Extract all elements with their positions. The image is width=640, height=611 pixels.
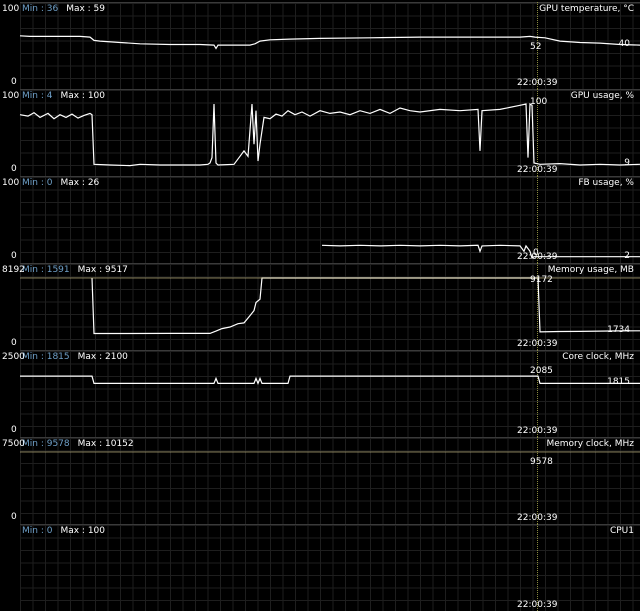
current-value: 0 <box>533 248 539 258</box>
graph-panel-cpu1: Min : 0 Max : 100 CPU1 22:00:39 <box>0 524 640 611</box>
y-axis-max: 100 <box>2 91 20 101</box>
graph-plot <box>321 244 640 259</box>
graph-panel-memory-clock-mhz: Min : 9578 Max : 10152 Memory clock, MHz 75… <box>0 437 640 524</box>
current-value: 9578 <box>530 457 553 467</box>
y-axis-max: 100 <box>2 4 20 14</box>
y-axis-min: 0 <box>11 77 17 87</box>
y-axis-max: 100 <box>2 178 20 188</box>
graph-panel-fb-usage: Min : 0 Max : 26 FB usage, % 100 0 22:00:39 0 2 <box>0 176 640 263</box>
graph-panel-memory-usage-mb: Min : 1591 Max : 9517 Memory usage, MB 8192… <box>0 263 640 350</box>
end-value: 9 <box>624 158 630 169</box>
graph-panel-gpu-usage: Min : 4 Max : 100 GPU usage, % 100 0 22:00:39… <box>0 89 640 176</box>
end-value: 1734 <box>607 324 630 335</box>
graph-plot <box>19 35 640 50</box>
graph-plot <box>20 524 640 611</box>
current-value: 52 <box>530 42 542 52</box>
graph-series-line <box>321 244 640 259</box>
graph-series-line <box>19 102 640 167</box>
graph-series-line <box>91 277 640 335</box>
graph-plot <box>20 375 640 386</box>
graph-plot <box>20 451 640 453</box>
graph-panel-core-clock-mhz: Min : 1815 Max : 2100 Core clock, MHz 2500 0… <box>0 350 640 437</box>
end-value: 2 <box>624 250 630 261</box>
y-axis-min: 0 <box>11 425 17 435</box>
y-axis-min: 0 <box>11 164 17 174</box>
y-axis-min: 0 <box>11 338 17 348</box>
y-axis-min: 0 <box>11 251 17 261</box>
graph-series-line <box>19 35 640 50</box>
graph-series-line <box>20 375 640 386</box>
end-value: 1815 <box>607 377 630 388</box>
graph-panel-gpu-temperature-c: Min : 36 Max : 59 GPU temperature, °C 100 0 2… <box>0 2 640 89</box>
current-value: 2085 <box>530 366 553 376</box>
current-value: 9172 <box>530 275 553 285</box>
y-axis-min: 0 <box>11 512 17 522</box>
current-value: 100 <box>530 97 548 107</box>
end-value: 40 <box>618 39 630 50</box>
